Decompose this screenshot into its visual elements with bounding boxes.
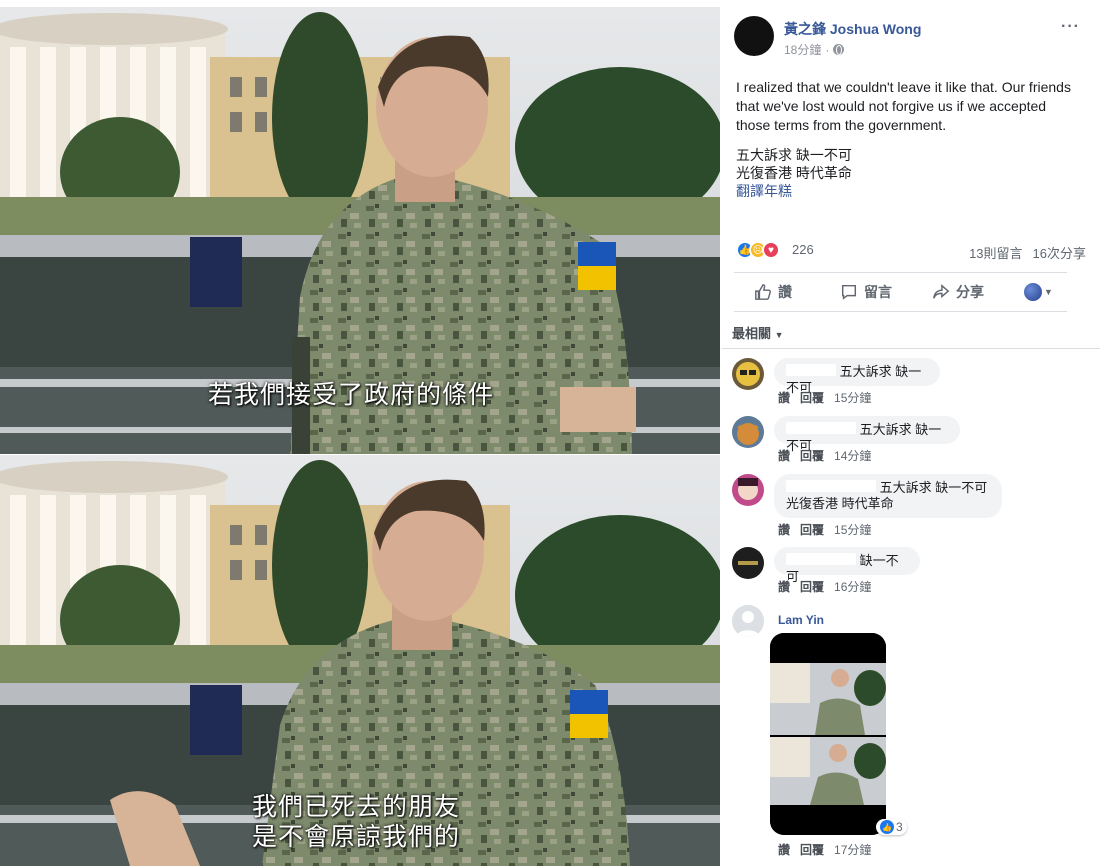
comment-image[interactable] [770,633,886,835]
like-icon: 👍 [880,820,894,834]
comment-actions: 讚 回覆 17分鐘 [778,841,871,858]
tag-line-2: 光復香港 時代革命 [736,165,852,181]
thumbs-up-icon [755,284,771,300]
author-avatar[interactable] [734,16,774,56]
video-frame-bottom: 我們已死去的朋友 是不會原諒我們的 [0,455,720,866]
globe-icon [833,44,845,55]
post-text: I realized that we couldn't leave it lik… [736,79,1071,133]
comment-label: 留言 [864,284,892,300]
comment-time[interactable]: 15分鐘 [834,389,871,406]
comment-reaction-badge[interactable]: 👍 3 [876,819,907,835]
comment-reply-link[interactable]: 回覆 [800,389,824,406]
subtitle-bottom: 我們已死去的朋友 是不會原諒我們的 [252,792,460,852]
audience-globe-icon [1024,283,1042,301]
comment-actions: 讚 回覆 14分鐘 [778,447,871,464]
comment-reply-link[interactable]: 回覆 [800,447,824,464]
post-header: 黃之鋒 Joshua Wong 18分鐘 · ··· [734,16,1088,60]
comment-like-link[interactable]: 讚 [778,578,790,595]
love-icon: ♥ [762,241,780,259]
action-bar: 讚 留言 分享 ▼ [734,278,1074,308]
like-button[interactable]: 讚 [754,278,792,306]
post-image[interactable]: 若我們接受了政府的條件 我們已死去的朋友 是不會原諒我們的 [0,0,720,866]
comment-item: Lam Yin 👍 3 讚 回覆 17分鐘 [732,605,1092,860]
comment-like-link[interactable]: 讚 [778,447,790,464]
post-meta: 18分鐘 · [784,41,845,58]
commenter-name[interactable]: Lam Yin [778,613,824,627]
subtitle-bottom-line2: 是不會原諒我們的 [252,822,461,851]
comment-actions: 讚 回覆 15分鐘 [778,389,871,406]
commenter-name-redacted[interactable] [786,422,856,434]
comment-item: 五大訴求 缺一不可 光復香港 時代革命 讚 回覆 15分鐘 [732,474,1092,538]
comment-like-link[interactable]: 讚 [778,841,790,858]
comment-like-link[interactable]: 讚 [778,389,790,406]
dot-separator: · [825,42,830,57]
comment-bubble: 五大訴求 缺一不可 光復香港 時代革命 [774,474,1002,518]
comment-sort-dropdown[interactable]: 最相關 ▼ [732,323,784,342]
more-options-icon[interactable]: ··· [1061,18,1080,36]
comment-text-line2: 光復香港 時代革命 [786,496,894,511]
comment-bubble: 缺一不可 [774,547,920,584]
comment-time[interactable]: 17分鐘 [834,841,871,858]
translate-link[interactable]: 翻譯年糕 [736,182,852,200]
comment-actions: 讚 回覆 15分鐘 [778,521,871,538]
divider [734,272,1067,273]
share-button[interactable]: 分享 [932,278,984,306]
commenter-avatar[interactable] [732,605,764,637]
comment-time[interactable]: 16分鐘 [834,578,871,595]
post-tags: 五大訴求 缺一不可 光復香港 時代革命 翻譯年糕 [736,146,852,200]
commenter-avatar[interactable] [732,358,764,390]
comment-like-link[interactable]: 讚 [778,521,790,538]
subtitle-top: 若我們接受了政府的條件 [208,380,495,409]
commenter-avatar[interactable] [732,474,764,506]
commenter-name-redacted[interactable] [786,364,836,376]
comment-item: 缺一不可 讚 回覆 16分鐘 [732,547,1092,597]
tag-line-1: 五大訴求 缺一不可 [736,147,852,163]
audience-selector[interactable]: ▼ [1024,278,1053,306]
comment-icon [841,284,857,300]
reaction-summary[interactable]: 👍 ☹ ♥ 226 13則留言 16次分享 [736,241,1086,261]
author-name[interactable]: 黃之鋒 Joshua Wong [784,19,921,39]
commenter-avatar[interactable] [732,416,764,448]
caret-down-icon: ▼ [774,330,784,340]
post-time[interactable]: 18分鐘 [784,41,821,58]
like-label: 讚 [778,284,792,300]
comment-reply-link[interactable]: 回覆 [800,578,824,595]
comment-item: 五大訴求 缺一不可 讚 回覆 15分鐘 [732,358,1092,408]
reaction-count[interactable]: 226 [792,242,814,257]
reaction-icons: 👍 ☹ ♥ [736,241,780,259]
comment-reply-link[interactable]: 回覆 [800,841,824,858]
comment-text-line1: 五大訴求 缺一不可 [879,480,988,495]
comment-reaction-count: 3 [896,820,903,834]
comment-time[interactable]: 15分鐘 [834,521,871,538]
post-panel: 黃之鋒 Joshua Wong 18分鐘 · ··· I realized th… [722,0,1100,866]
comment-actions: 讚 回覆 16分鐘 [778,578,871,595]
sort-label: 最相關 [732,326,772,341]
engagement-stats: 13則留言 16次分享 [969,243,1086,262]
share-icon [933,284,950,299]
commenter-avatar[interactable] [732,547,764,579]
comment-bubble: 五大訴求 缺一不可 [774,416,960,453]
divider [734,311,1067,312]
divider [722,348,1100,349]
chevron-down-icon: ▼ [1044,287,1053,297]
commenter-name-redacted[interactable] [786,553,856,565]
comment-bubble: 五大訴求 缺一不可 [774,358,940,395]
subtitle-bottom-line1: 我們已死去的朋友 [252,792,461,821]
comment-item: 五大訴求 缺一不可 讚 回覆 14分鐘 [732,416,1092,466]
comment-reply-link[interactable]: 回覆 [800,521,824,538]
comment-time[interactable]: 14分鐘 [834,447,871,464]
comment-button[interactable]: 留言 [840,278,892,306]
comment-count[interactable]: 13則留言 [969,243,1022,262]
share-label: 分享 [956,284,984,300]
commenter-name-redacted[interactable] [786,480,876,492]
video-frame-top: 若我們接受了政府的條件 [0,7,720,454]
share-count[interactable]: 16次分享 [1033,243,1086,262]
